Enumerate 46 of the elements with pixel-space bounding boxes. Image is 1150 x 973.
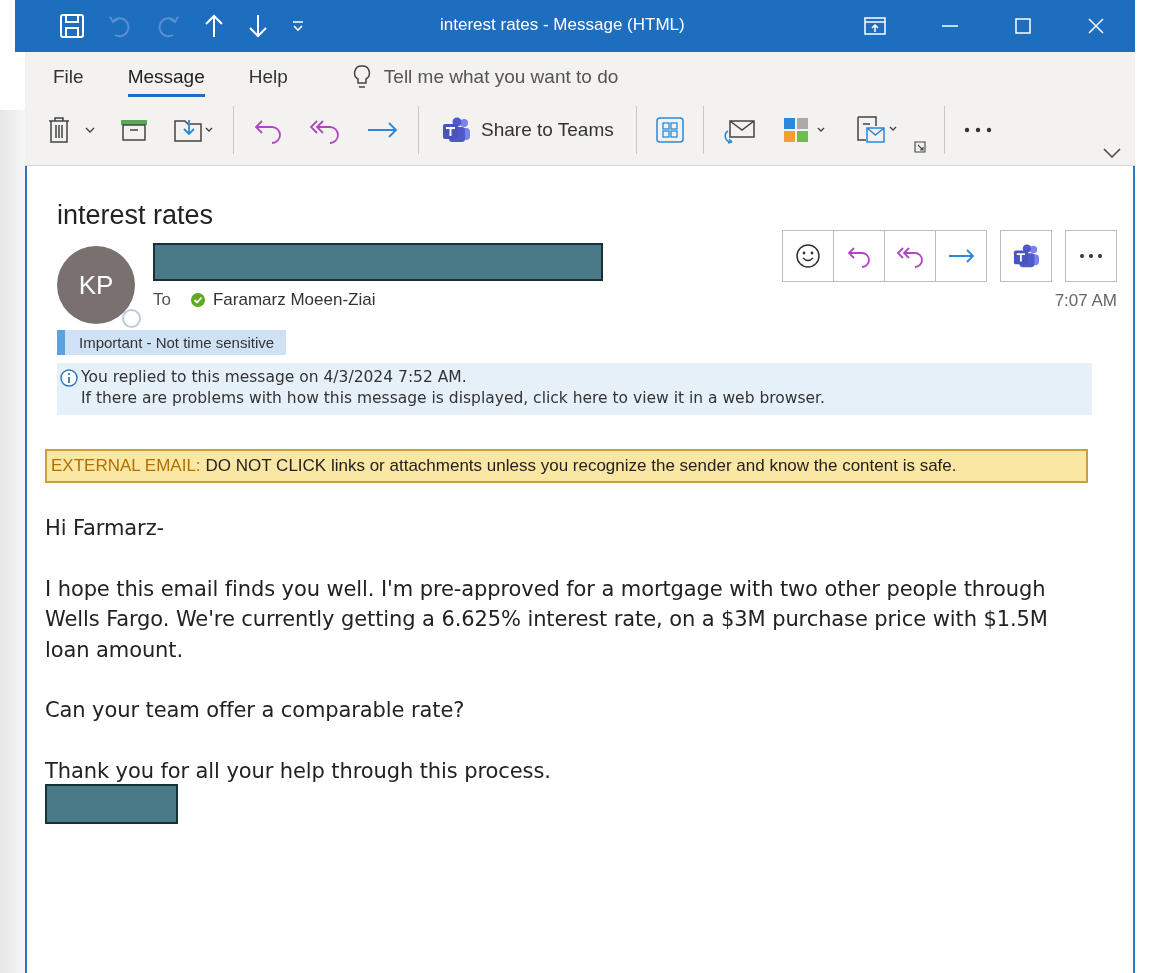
- reaction-button[interactable]: [782, 230, 834, 282]
- more-icon: [1078, 252, 1104, 260]
- teams-icon: [1012, 243, 1040, 269]
- ribbon-tab[interactable]: Message: [127, 57, 205, 97]
- chevron-down-icon[interactable]: [1103, 148, 1121, 158]
- body-paragraph: Thank you for all your help through this process.: [45, 757, 552, 785]
- info-text[interactable]: If there are problems with how this message is displayed, click here to view it in a web browser.: [81, 388, 825, 409]
- presence-icon: [122, 309, 141, 328]
- share-to-teams-button[interactable]: Share to Teams: [437, 116, 618, 144]
- info-text[interactable]: You replied to this message on 4/3/2024 7:52 AM.: [81, 367, 825, 388]
- warning-label: EXTERNAL EMAIL:: [51, 456, 201, 475]
- chevron-down-icon[interactable]: [85, 126, 95, 134]
- dialog-launcher-icon[interactable]: [913, 141, 926, 153]
- message-time: 7:07 AM: [1054, 291, 1117, 311]
- archive-icon[interactable]: [119, 117, 149, 143]
- teams-icon: [441, 116, 471, 144]
- reply-all-button[interactable]: [884, 230, 936, 282]
- message-subject: interest rates: [57, 200, 215, 231]
- window-title: interest rates - Message (HTML): [440, 15, 685, 35]
- ribbon-tab[interactable]: Help: [248, 57, 288, 97]
- body-paragraph: Can your team offer a comparable rate?: [45, 697, 466, 724]
- tell-me-field[interactable]: Tell me what you want to do: [383, 66, 684, 88]
- forward-button[interactable]: [935, 230, 987, 282]
- arrow-up-icon[interactable]: [203, 13, 225, 39]
- warning-text: DO NOT CLICK links or attachments unless you recognize the sender and know the content is safe.: [205, 456, 957, 475]
- customize-icon[interactable]: [291, 20, 305, 32]
- body-paragraph: Hi Farmarz-: [45, 515, 166, 542]
- ribbon-display-icon[interactable]: [864, 17, 886, 35]
- maximize-icon[interactable]: [1014, 17, 1032, 35]
- to-label: To: [153, 290, 171, 310]
- trash-icon[interactable]: [47, 116, 71, 144]
- more-icon[interactable]: [962, 126, 993, 134]
- importance-tag: Important - Not time sensitive: [57, 330, 287, 355]
- lightbulb-icon: [351, 64, 372, 90]
- smiley-icon: [795, 243, 821, 269]
- reply-button[interactable]: [833, 230, 885, 282]
- apps-grid-icon[interactable]: [654, 116, 685, 144]
- info-icon: [60, 369, 78, 387]
- arrow-down-icon[interactable]: [247, 13, 269, 39]
- teams-button[interactable]: [1000, 230, 1052, 282]
- body-paragraph: I hope this email finds you well. I'm pre-approved for a mortgage with two other people through Wells Fargo. We're currently getting a 6.625% interest rate, on a $3M purchase price with $1.5M loan amount.: [45, 575, 1049, 664]
- check-circle-icon: [190, 293, 205, 307]
- save-icon[interactable]: [59, 13, 85, 39]
- close-icon[interactable]: [1087, 17, 1105, 35]
- recipient-name[interactable]: Faramarz Moeen-Ziai: [212, 290, 376, 310]
- ribbon-tab[interactable]: File: [53, 57, 84, 97]
